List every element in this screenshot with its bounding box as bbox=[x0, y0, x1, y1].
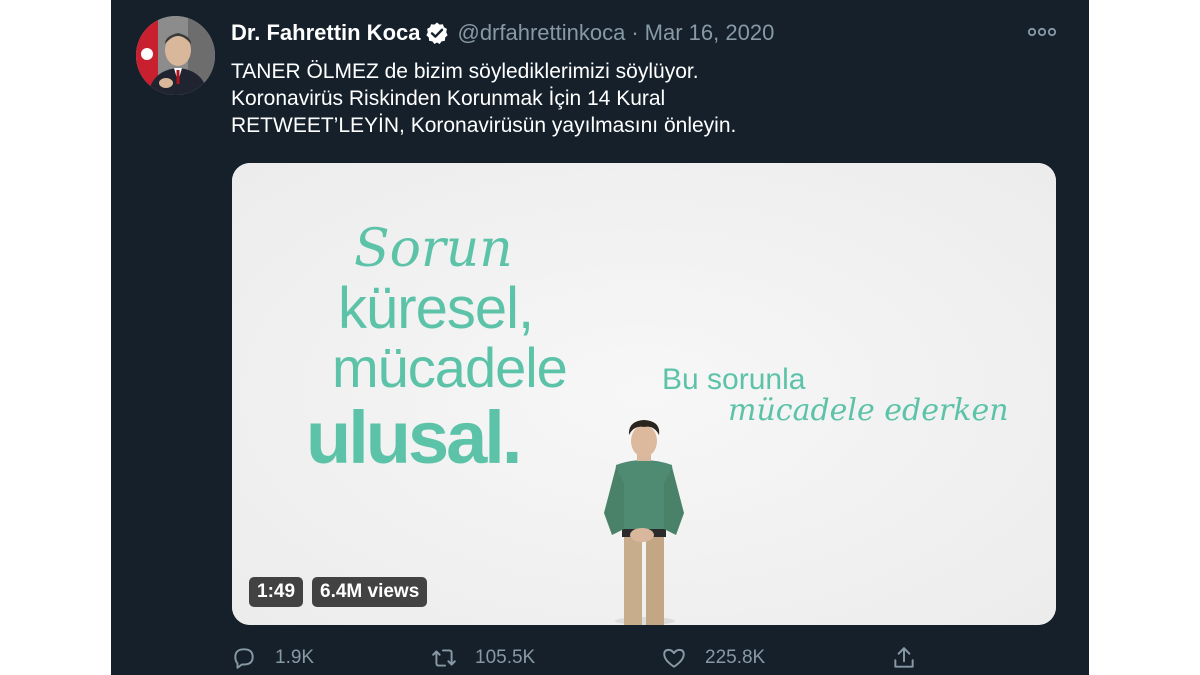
retweet-icon bbox=[432, 649, 456, 667]
avatar-image bbox=[136, 16, 215, 95]
slogan-line: mücadele ederken bbox=[728, 393, 1009, 428]
tweet-text-line: RETWEET’LEYİN, Koronavirüsün yayılmasını… bbox=[231, 114, 737, 137]
tweet-actions-bar: 1.9K 105.5K 225.8K bbox=[231, 643, 931, 673]
tweet-text-line: TANER ÖLMEZ de bizim söylediklerimizi sö… bbox=[231, 60, 699, 83]
share-button[interactable] bbox=[891, 643, 917, 673]
retweet-button[interactable]: 105.5K bbox=[431, 643, 535, 673]
heart-icon bbox=[663, 648, 685, 668]
reply-button[interactable]: 1.9K bbox=[231, 643, 314, 673]
slogan-line: küresel, bbox=[338, 276, 534, 341]
share-icon bbox=[894, 647, 914, 668]
like-count: 225.8K bbox=[705, 647, 766, 668]
slogan-line: Sorun bbox=[354, 219, 513, 279]
video-views-badge: 6.4M views bbox=[312, 577, 428, 607]
more-options-button[interactable] bbox=[1025, 22, 1059, 42]
tweet-text-line: Koronavirüs Riskinden Korunmak İçin 14 K… bbox=[231, 87, 666, 110]
more-horizontal-icon bbox=[1027, 27, 1057, 37]
avatar[interactable] bbox=[136, 16, 215, 95]
video-duration-badge: 1:49 bbox=[249, 577, 304, 607]
tweet-header: Dr. Fahrettin Koca @drfahrettinkoca · Ma… bbox=[231, 18, 774, 48]
verified-badge-icon bbox=[425, 21, 449, 45]
tweet-date[interactable]: Mar 16, 2020 bbox=[645, 20, 775, 46]
author-handle[interactable]: @drfahrettinkoca bbox=[457, 20, 625, 46]
separator-dot: · bbox=[631, 20, 639, 45]
video-player[interactable]: Sorun küresel, mücadele ulusal. Bu sorun… bbox=[232, 163, 1056, 625]
reply-count: 1.9K bbox=[275, 647, 315, 668]
tweet-panel: Dr. Fahrettin Koca @drfahrettinkoca · Ma… bbox=[111, 0, 1089, 675]
author-display-name[interactable]: Dr. Fahrettin Koca bbox=[231, 20, 420, 46]
like-button[interactable]: 225.8K bbox=[661, 643, 765, 673]
slogan-line: mücadele bbox=[332, 336, 568, 399]
tweet-text: TANER ÖLMEZ de bizim söylediklerimizi sö… bbox=[231, 58, 1051, 139]
slogan-line: ulusal. bbox=[306, 396, 522, 479]
retweet-count: 105.5K bbox=[475, 647, 536, 668]
reply-icon bbox=[234, 648, 254, 669]
slogan-line: Bu sorunla bbox=[662, 363, 806, 396]
